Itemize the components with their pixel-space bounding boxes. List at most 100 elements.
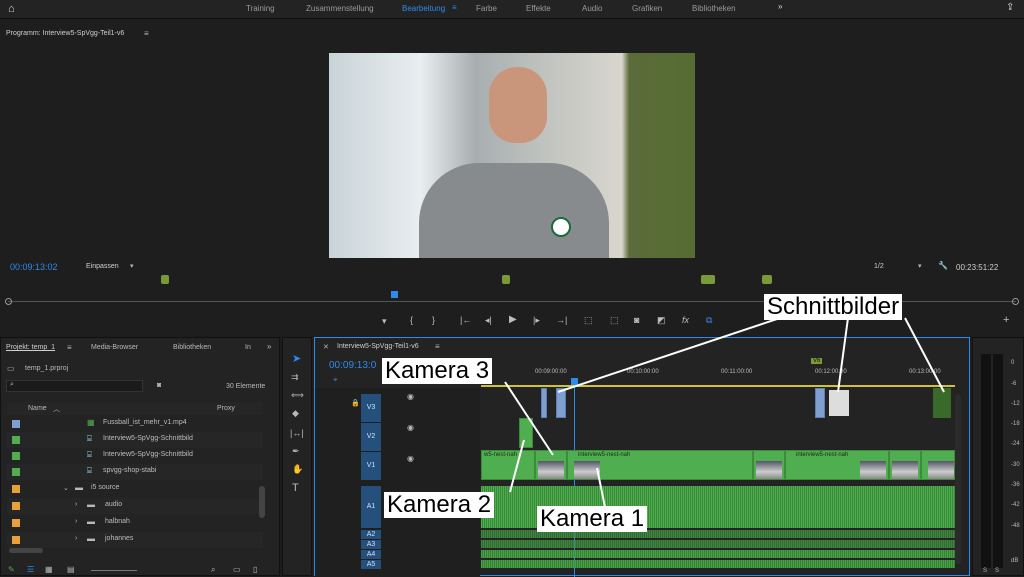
menu-icon[interactable]: ≡ <box>435 342 440 351</box>
tab-grafiken[interactable]: Grafiken <box>632 4 662 13</box>
work-area-bar[interactable] <box>481 385 955 387</box>
tab-media-browser[interactable]: Media-Browser <box>91 344 138 351</box>
scroll-start-handle[interactable] <box>5 298 12 305</box>
new-item-icon[interactable]: ▭ <box>233 565 241 574</box>
audio-clip-a4[interactable] <box>481 550 955 558</box>
track-v1[interactable]: V1 <box>361 452 381 480</box>
track-v3[interactable]: V3 <box>361 394 381 422</box>
tab-effekte[interactable]: Effekte <box>526 4 551 13</box>
playhead-timecode[interactable]: 00:09:13:02 <box>10 262 58 272</box>
step-forward-icon[interactable]: |▸ <box>533 315 540 326</box>
track-a1[interactable]: A1 <box>361 486 381 528</box>
menu-icon[interactable]: ≡ <box>67 343 72 352</box>
hand-tool-icon[interactable]: ✋ <box>292 464 303 475</box>
track-a2[interactable]: A2 <box>361 530 381 539</box>
mark-in-icon[interactable]: { <box>410 315 413 325</box>
sequence-title[interactable]: Interview5-SpVgg-Teil1-v6 <box>337 343 419 350</box>
type-tool-icon[interactable]: T <box>292 482 299 494</box>
sequence-marker[interactable]: V6 <box>811 358 823 364</box>
tab-more[interactable]: In <box>245 344 251 351</box>
clip-v1[interactable]: interview5-nest-nah <box>785 450 889 480</box>
track-select-icon[interactable]: ⇉ <box>291 372 299 383</box>
go-to-in-icon[interactable]: |← <box>460 315 471 325</box>
chevron-right-icon[interactable]: › <box>75 535 77 542</box>
play-icon[interactable]: ▶ <box>509 314 517 325</box>
list-item[interactable]: › ▬ halbnah <box>7 515 263 531</box>
overflow-icon[interactable]: » <box>778 2 782 11</box>
audio-clip-a3[interactable] <box>481 540 955 548</box>
chevron-right-icon[interactable]: › <box>75 518 77 525</box>
chevron-down-icon[interactable]: ▾ <box>918 262 922 270</box>
track-a4[interactable]: A4 <box>361 550 381 559</box>
fx-icon[interactable]: fx <box>682 315 689 325</box>
column-name[interactable]: Name <box>28 405 47 412</box>
snap-icon[interactable]: ⌖ <box>333 375 338 385</box>
pencil-icon[interactable]: ✎ <box>8 565 15 574</box>
marker-icon[interactable] <box>701 275 715 284</box>
scrollbar[interactable] <box>259 486 265 518</box>
multicam-icon[interactable]: ⧉ <box>706 315 712 326</box>
freeform-view-icon[interactable]: ▤ <box>67 565 75 574</box>
sort-up-icon[interactable]: ︿ <box>53 404 60 414</box>
clip-v3[interactable] <box>829 390 849 416</box>
clip-v3[interactable] <box>541 388 547 418</box>
icon-view-icon[interactable]: ▦ <box>45 565 53 574</box>
eye-icon[interactable]: ◉ <box>407 423 414 432</box>
home-icon[interactable]: ⌂ <box>8 3 15 15</box>
chevron-down-icon[interactable]: ▾ <box>130 262 134 270</box>
track-a5[interactable]: A5 <box>361 560 381 569</box>
close-icon[interactable]: ✕ <box>323 343 329 351</box>
search-input[interactable] <box>6 380 143 392</box>
clip-v1[interactable] <box>753 450 785 480</box>
scroll-end-handle[interactable] <box>1012 298 1019 305</box>
list-item[interactable]: ⌄ ▬ i5 source <box>7 481 263 497</box>
trash-icon[interactable]: ▯ <box>253 565 257 574</box>
timeline-timecode[interactable]: 00:09:13:0 <box>329 360 376 371</box>
razor-tool-icon[interactable]: ◆ <box>292 408 299 419</box>
add-button-icon[interactable]: + <box>1003 314 1009 326</box>
wrench-icon[interactable]: 🔧 <box>938 261 948 270</box>
clip-v1[interactable]: w5-nest-nah <box>481 450 535 480</box>
playhead-icon[interactable] <box>571 378 578 385</box>
track-a3[interactable]: A3 <box>361 540 381 549</box>
tab-bibliotheken[interactable]: Bibliotheken <box>173 344 211 351</box>
solo-left-button[interactable]: S <box>983 568 987 574</box>
lift-icon[interactable]: ⬚ <box>584 315 593 326</box>
ripple-edit-icon[interactable]: ⟺ <box>291 390 304 401</box>
clip-v2[interactable] <box>519 418 533 448</box>
list-view-icon[interactable]: ☰ <box>27 565 34 574</box>
chevron-down-icon[interactable]: ⌄ <box>63 484 69 492</box>
list-item[interactable]: ⌸ spvgg-shop-stabi <box>7 464 263 480</box>
tab-zusammenstellung[interactable]: Zusammenstellung <box>306 4 374 13</box>
solo-right-button[interactable]: S <box>995 568 999 574</box>
clip-v1[interactable]: interview5-nest-nah <box>567 450 753 480</box>
compare-icon[interactable]: ◩ <box>657 315 666 326</box>
clip-v1[interactable] <box>535 450 567 480</box>
track-v2[interactable]: V2 <box>361 423 381 451</box>
vertical-scrollbar[interactable] <box>955 394 961 564</box>
project-title[interactable]: Projekt: temp_1 <box>6 344 55 351</box>
playhead-icon[interactable] <box>391 291 398 298</box>
menu-icon[interactable]: ≡ <box>144 29 149 38</box>
camera-icon[interactable]: ◙ <box>634 315 639 325</box>
extract-icon[interactable]: ⬚ <box>610 315 619 326</box>
marker-icon[interactable] <box>502 275 510 284</box>
horizontal-scrollbar[interactable] <box>9 548 43 553</box>
list-item[interactable]: ▦ Fussball_ist_mehr_v1.mp4 <box>7 416 263 432</box>
menu-icon[interactable]: ≡ <box>452 3 457 12</box>
overflow-icon[interactable]: » <box>267 342 271 351</box>
clip-v1[interactable] <box>889 450 921 480</box>
slip-tool-icon[interactable]: |↔| <box>290 428 304 438</box>
clip-v3[interactable] <box>556 388 566 418</box>
list-item[interactable]: › ▬ johannes <box>7 532 263 548</box>
clip-v1[interactable] <box>921 450 955 480</box>
selection-tool-icon[interactable]: ➤ <box>292 352 301 365</box>
new-bin-icon[interactable]: ◙ <box>157 382 161 389</box>
chevron-right-icon[interactable]: › <box>75 501 77 508</box>
zoom-slider[interactable] <box>91 570 137 571</box>
tab-training[interactable]: Training <box>246 4 275 13</box>
tab-farbe[interactable]: Farbe <box>476 4 497 13</box>
lock-icon[interactable]: 🔒 <box>351 399 360 407</box>
tab-bibliotheken[interactable]: Bibliotheken <box>692 4 736 13</box>
tab-bearbeitung[interactable]: Bearbeitung <box>402 4 445 13</box>
